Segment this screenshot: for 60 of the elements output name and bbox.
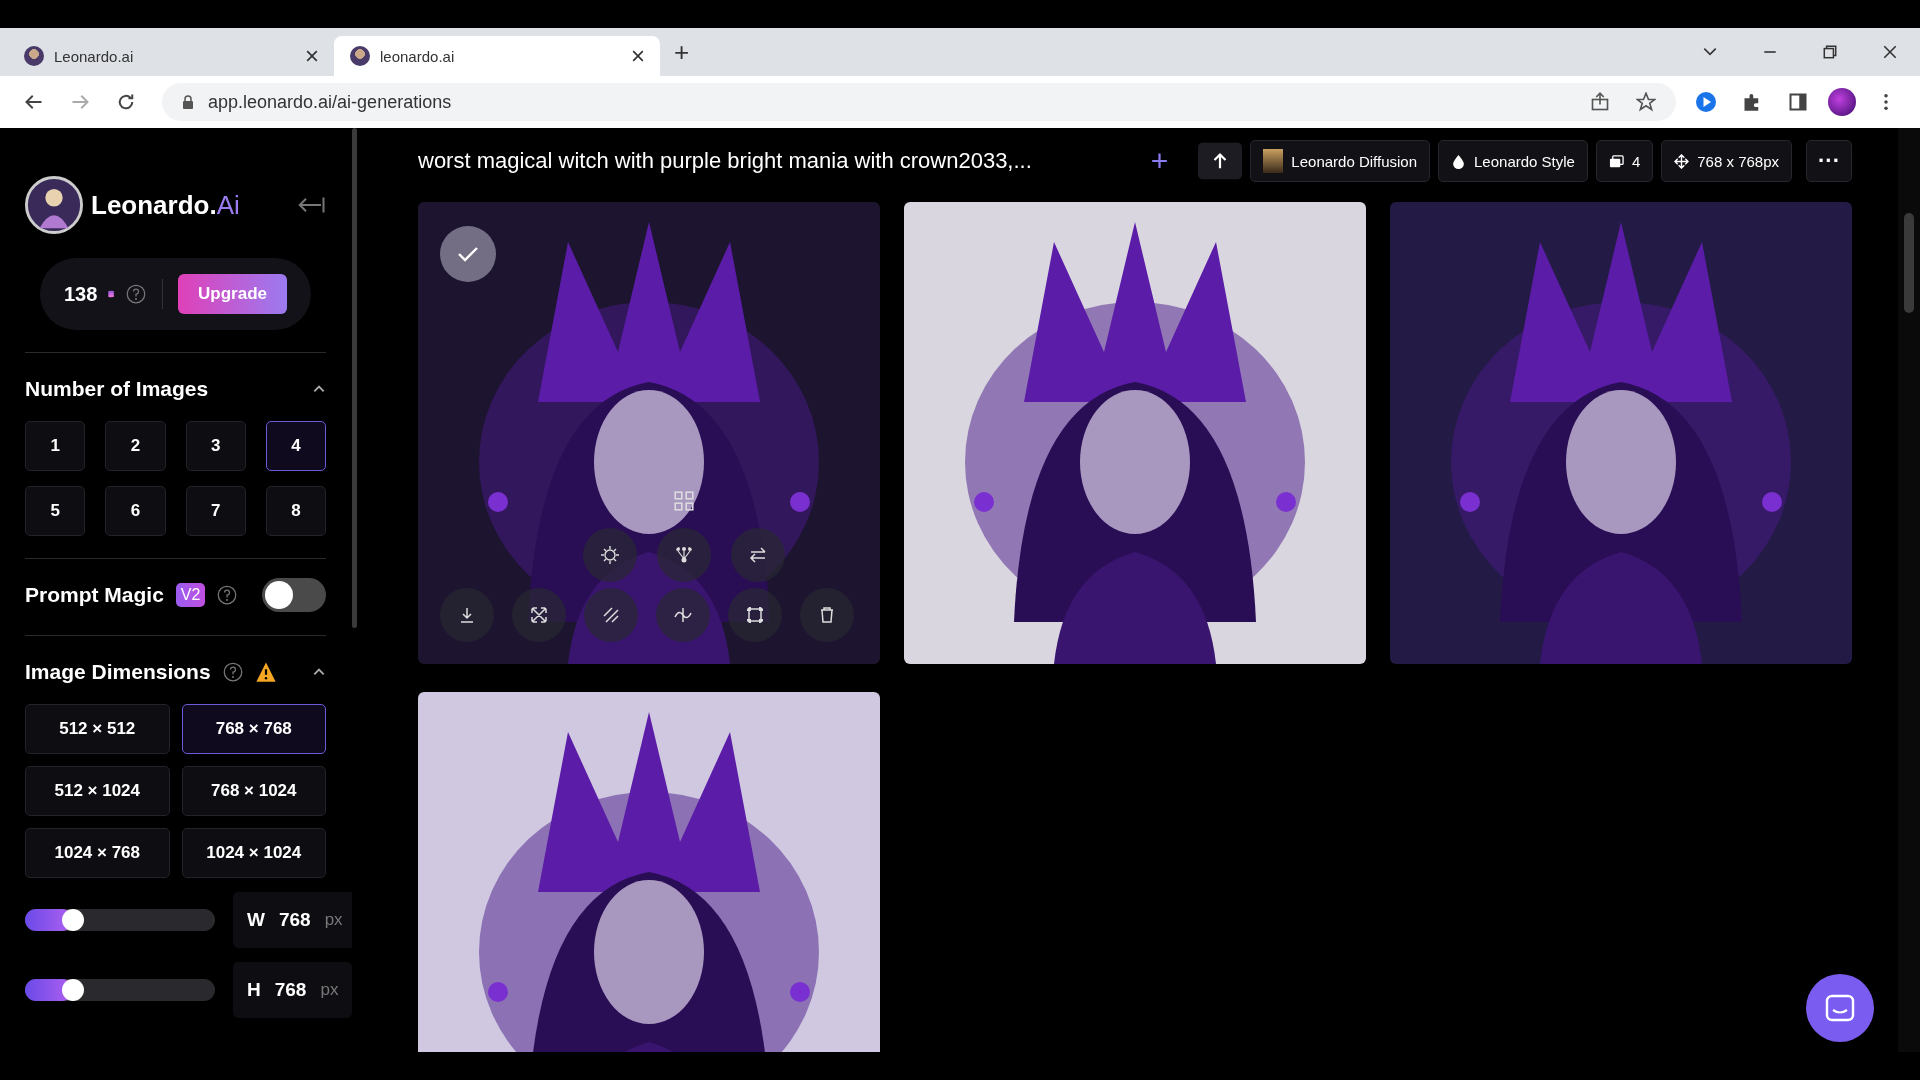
upload-button[interactable] — [1198, 141, 1243, 181]
add-button[interactable]: + — [1150, 144, 1169, 178]
browser-tab[interactable]: Leonardo.ai — [8, 36, 334, 76]
close-icon[interactable] — [1882, 44, 1898, 60]
favicon-icon — [350, 46, 370, 66]
help-icon[interactable] — [222, 662, 243, 682]
upgrade-button[interactable]: Upgrade — [178, 274, 287, 314]
dimension-field[interactable]: W 768 px — [233, 892, 352, 948]
grid-icon[interactable] — [673, 490, 695, 512]
dimension-option[interactable]: 512 × 1024 — [25, 766, 170, 816]
image-count-option[interactable]: 6 — [105, 486, 166, 536]
setting-chip[interactable]: 768 x 768px — [1661, 140, 1792, 182]
dimension-option[interactable]: 1024 × 1024 — [181, 828, 326, 878]
version-badge: V2 — [175, 583, 206, 607]
model-thumbnail-icon — [1263, 149, 1284, 173]
browser-tab[interactable]: leonardo.ai — [334, 36, 660, 76]
dimension-option[interactable]: 1024 × 768 — [25, 828, 170, 878]
toggle-switch[interactable] — [262, 578, 326, 612]
images-icon — [1608, 153, 1624, 169]
checkmark-icon[interactable] — [440, 226, 496, 282]
dimension-option[interactable]: 768 × 1024 — [181, 766, 326, 816]
prompt-text: worst magical witch with purple bright mania with crown2033,... — [418, 148, 1033, 174]
brand-name: Leonardo.Ai — [91, 189, 240, 221]
image-count-option[interactable]: 8 — [265, 486, 326, 536]
section-title: Number of Images — [25, 377, 209, 401]
setting-chip[interactable]: 4 — [1595, 140, 1654, 182]
close-icon[interactable] — [306, 50, 318, 62]
new-tab-button[interactable]: + — [660, 36, 704, 68]
image-count-option[interactable]: 5 — [25, 486, 86, 536]
help-icon[interactable] — [125, 284, 146, 304]
image-count-option[interactable]: 2 — [105, 421, 166, 471]
close-icon[interactable] — [632, 50, 644, 62]
help-icon[interactable] — [217, 585, 238, 605]
logo-icon — [25, 176, 83, 234]
image-count-option[interactable]: 4 — [265, 421, 326, 471]
dimension-field[interactable]: H 768 px — [233, 962, 352, 1018]
lock-icon — [182, 95, 194, 109]
address-bar[interactable]: app.leonardo.ai/ai-generations — [162, 83, 1676, 121]
slider[interactable] — [25, 909, 215, 931]
setting-chip[interactable]: Leonardo Style — [1438, 140, 1588, 182]
dimension-option[interactable]: 512 × 512 — [25, 704, 170, 754]
section-title: Image Dimensions — [25, 660, 211, 684]
more-button[interactable]: ··· — [1806, 140, 1852, 182]
image-count-option[interactable]: 3 — [185, 421, 246, 471]
dimension-option[interactable]: 768 × 768 — [181, 704, 326, 754]
credit-count: 138 — [64, 282, 98, 306]
setting-chip[interactable]: Leonardo Diffusion — [1250, 140, 1430, 182]
restore-icon[interactable] — [1822, 44, 1838, 60]
section-title: Prompt Magic — [25, 583, 164, 607]
move-icon — [1674, 153, 1690, 169]
image-count-option[interactable]: 1 — [25, 421, 86, 471]
scrollbar[interactable] — [1898, 128, 1920, 1052]
drop-icon — [1451, 153, 1466, 169]
avatar-icon[interactable] — [1828, 88, 1856, 116]
slider[interactable] — [25, 979, 215, 1001]
collapse-icon[interactable] — [296, 195, 326, 215]
favicon-icon — [24, 46, 44, 66]
image-count-option[interactable]: 7 — [185, 486, 246, 536]
chat-button[interactable] — [1806, 974, 1874, 1042]
url-text: app.leonardo.ai/ai-generations — [208, 91, 452, 113]
